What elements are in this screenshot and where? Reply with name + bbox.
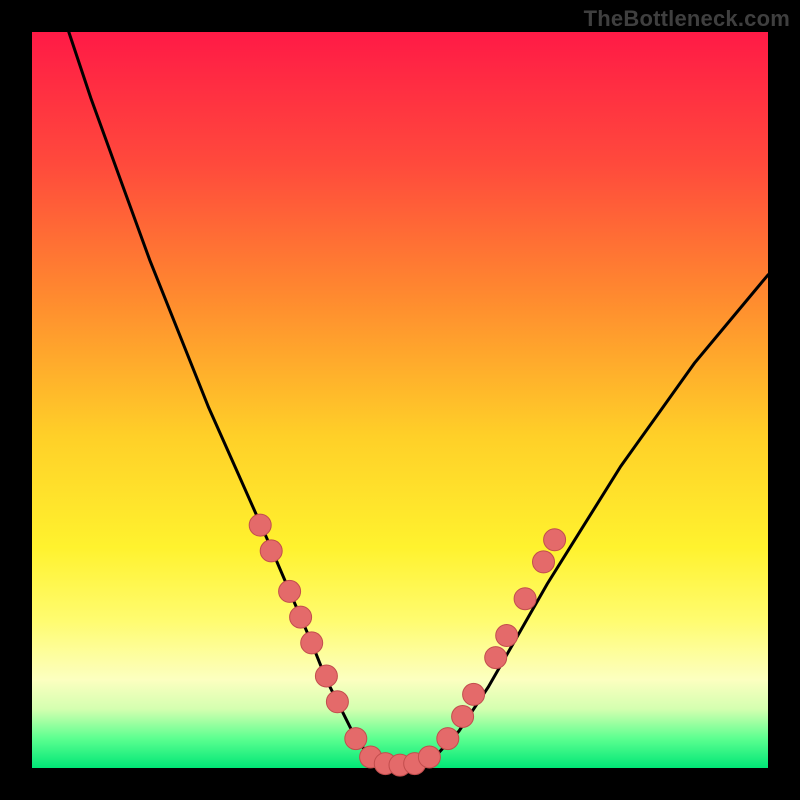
curve-marker <box>485 647 507 669</box>
curve-marker <box>533 551 555 573</box>
curve-markers <box>249 514 565 776</box>
curve-marker <box>544 529 566 551</box>
curve-marker <box>463 683 485 705</box>
curve-marker <box>290 606 312 628</box>
curve-marker <box>418 746 440 768</box>
bottleneck-curve <box>69 32 768 766</box>
curve-marker <box>279 580 301 602</box>
curve-marker <box>437 728 459 750</box>
chart-plot-area <box>32 32 768 768</box>
chart-svg <box>32 32 768 768</box>
chart-frame: TheBottleneck.com <box>0 0 800 800</box>
curve-marker <box>514 588 536 610</box>
curve-marker <box>345 728 367 750</box>
watermark-text: TheBottleneck.com <box>584 6 790 32</box>
curve-marker <box>249 514 271 536</box>
curve-marker <box>326 691 348 713</box>
curve-marker <box>260 540 282 562</box>
curve-marker <box>315 665 337 687</box>
curve-marker <box>496 625 518 647</box>
curve-marker <box>301 632 323 654</box>
curve-marker <box>452 706 474 728</box>
